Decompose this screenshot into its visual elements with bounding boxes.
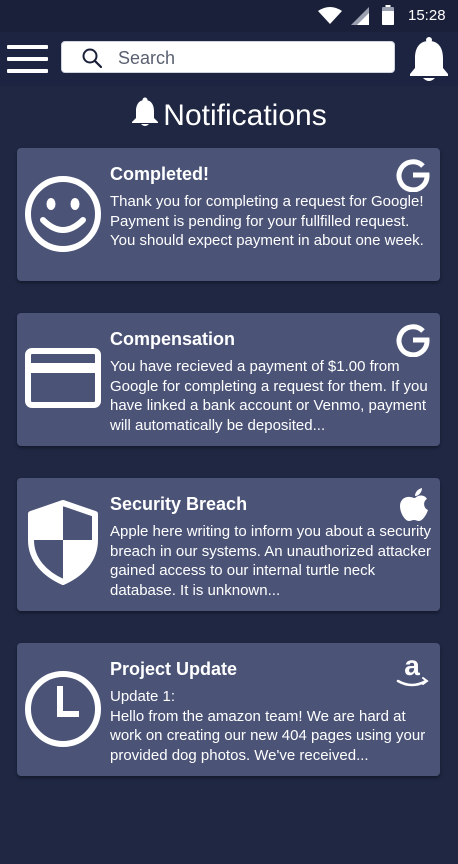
search-bar bbox=[61, 41, 395, 73]
notification-body-line: Update 1: bbox=[110, 688, 176, 705]
apple-icon bbox=[400, 488, 428, 521]
notification-body: You have recieved a payment of $1.00 fro… bbox=[110, 358, 428, 434]
svg-text:a: a bbox=[404, 653, 420, 681]
amazon-icon: a bbox=[396, 653, 429, 687]
hamburger-menu-icon[interactable] bbox=[7, 42, 49, 76]
clock-icon bbox=[25, 671, 101, 747]
search-input[interactable] bbox=[116, 46, 390, 70]
notification-card[interactable]: Completed! Thank you for completing a re… bbox=[17, 148, 440, 281]
google-icon bbox=[396, 159, 430, 192]
battery-icon bbox=[382, 5, 394, 25]
smiley-face-icon bbox=[25, 176, 101, 252]
status-time: 15:28 bbox=[408, 7, 446, 24]
bell-icon bbox=[132, 97, 159, 126]
notification-title: Completed! bbox=[110, 164, 209, 184]
shield-icon bbox=[28, 500, 98, 585]
notification-body: Update 1: Hello from the amazon team! We… bbox=[110, 687, 435, 765]
notification-body: Thank you for completing a request for G… bbox=[110, 193, 424, 249]
notification-body-text: Hello from the amazon team! We are hard … bbox=[110, 707, 426, 764]
status-bar: 15:28 bbox=[0, 0, 458, 32]
notification-card[interactable]: Compensation You have recieved a payment… bbox=[17, 313, 440, 446]
notification-title: Security Breach bbox=[110, 494, 248, 514]
google-icon bbox=[396, 324, 430, 357]
notification-title: Project Update bbox=[110, 659, 238, 679]
credit-card-icon bbox=[25, 348, 101, 408]
signal-icon bbox=[351, 7, 369, 25]
search-icon bbox=[82, 48, 102, 68]
notification-body: Apple here writing to inform you about a… bbox=[110, 523, 432, 599]
notification-card[interactable]: a Project Update Update 1: Hello from th… bbox=[17, 643, 440, 776]
app-header bbox=[0, 32, 458, 86]
page-title-text: Notifications bbox=[163, 99, 327, 132]
bell-icon[interactable] bbox=[408, 36, 450, 89]
notification-title: Compensation bbox=[110, 329, 236, 349]
notification-card[interactable]: Security Breach Apple here writing to in… bbox=[17, 478, 440, 611]
wifi-icon bbox=[318, 7, 342, 24]
page-title: Notifications bbox=[0, 96, 458, 136]
